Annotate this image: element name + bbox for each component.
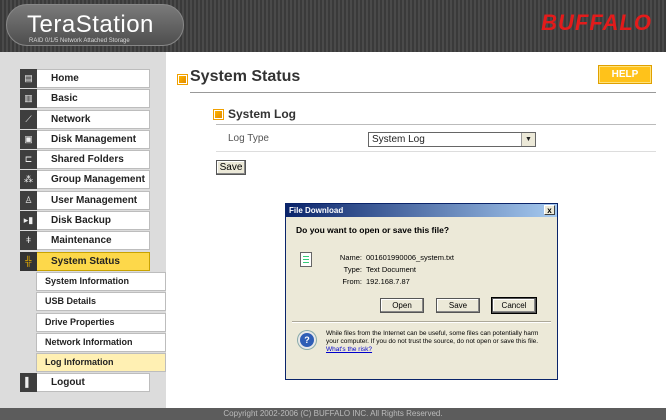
nav-label: User Management — [51, 194, 138, 206]
nav-item-maintenance[interactable]: ǂ Maintenance — [20, 231, 150, 251]
header: TeraStation RAID 0/1/5 Network Attached … — [0, 0, 666, 52]
file-name-value: 001601990006_system.txt — [366, 253, 454, 262]
network-icon: ⟋ — [20, 109, 37, 129]
log-type-select[interactable]: System Log ▼ — [368, 132, 536, 147]
section-title: System Log — [214, 107, 297, 121]
bullet-icon — [178, 75, 187, 84]
shield-icon: ? — [300, 333, 314, 347]
status-icon: ╬ — [20, 251, 37, 271]
tools-icon: ǂ — [20, 231, 37, 251]
close-button[interactable]: x — [544, 205, 555, 215]
nav-sub-usb-details[interactable]: USB Details — [36, 292, 166, 312]
dialog-question: Do you want to open or save this file? — [296, 225, 450, 235]
chevron-down-icon[interactable]: ▼ — [521, 133, 535, 146]
file-type-value: Text Document — [366, 265, 417, 274]
nav-item-shared-folders[interactable]: ⊏ Shared Folders — [20, 150, 150, 170]
nav-item-network[interactable]: ⟋ Network — [20, 109, 150, 129]
nav-item-disk-backup[interactable]: ▸▮ Disk Backup — [20, 211, 150, 231]
logo-subtitle: RAID 0/1/5 Network Attached Storage — [29, 38, 130, 44]
buffalo-logo: BUFFALO — [541, 10, 652, 35]
divider — [216, 124, 656, 125]
file-download-dialog: File Download x Do you want to open or s… — [285, 203, 558, 380]
file-name-label: Name: — [339, 253, 362, 262]
nav-label: Shared Folders — [51, 154, 124, 166]
risk-link[interactable]: What's the risk? — [326, 346, 372, 353]
file-from-value: 192.168.7.87 — [366, 277, 410, 286]
basic-icon: ▥ — [20, 89, 37, 109]
nav-item-disk-management[interactable]: ▣ Disk Management — [20, 129, 150, 149]
divider — [216, 151, 656, 152]
home-icon: ▤ — [20, 69, 37, 88]
dialog-save-button[interactable]: Save — [436, 298, 480, 313]
logout-icon: ▌ — [20, 373, 37, 393]
warning-message: While files from the Internet can be use… — [326, 330, 539, 345]
nav-item-group-management[interactable]: ⁂ Group Management — [20, 170, 150, 190]
nav-item-basic[interactable]: ▥ Basic — [20, 89, 150, 109]
logo-title: TeraStation — [27, 11, 154, 38]
group-icon: ⁂ — [20, 170, 37, 190]
nav-item-system-status[interactable]: ╬ System Status — [20, 251, 150, 271]
open-button[interactable]: Open — [380, 298, 424, 313]
warning-text: While files from the Internet can be use… — [326, 330, 551, 354]
page-title: System Status — [178, 68, 301, 86]
folder-icon: ⊏ — [20, 150, 37, 170]
nav-label: Maintenance — [51, 235, 112, 247]
nav-sub-drive-properties[interactable]: Drive Properties — [36, 312, 166, 332]
nav-label: Logout — [51, 377, 85, 389]
bullet-icon — [214, 110, 223, 119]
disk-icon: ▣ — [20, 129, 37, 149]
file-from-label: From: — [342, 277, 362, 286]
nav-sub-network-information[interactable]: Network Information — [36, 332, 166, 352]
section-title-text: System Log — [228, 107, 297, 121]
footer-copyright: Copyright 2002-2006 (C) BUFFALO INC. All… — [0, 408, 666, 420]
log-type-label: Log Type — [228, 133, 269, 144]
divider — [190, 92, 656, 93]
nav-label: Home — [51, 73, 79, 84]
nav-label: System Status — [51, 255, 120, 267]
text-file-icon — [300, 252, 312, 267]
save-button[interactable]: Save — [216, 160, 246, 175]
nav-label: Disk Management — [51, 133, 137, 145]
nav-item-user-management[interactable]: ♙ User Management — [20, 190, 150, 210]
terastation-logo: TeraStation RAID 0/1/5 Network Attached … — [6, 4, 184, 46]
nav-label: Disk Backup — [51, 215, 112, 227]
nav-item-logout[interactable]: ▌ Logout — [20, 373, 150, 393]
nav-sub-log-information[interactable]: Log Information — [36, 353, 166, 373]
log-type-value: System Log — [372, 134, 425, 145]
cancel-button[interactable]: Cancel — [492, 298, 536, 313]
nav-sub-system-information[interactable]: System Information — [36, 271, 166, 291]
user-icon: ♙ — [20, 190, 37, 210]
help-button[interactable]: HELP — [598, 65, 652, 84]
nav-label: Group Management — [51, 174, 145, 186]
file-type-label: Type: — [343, 265, 362, 274]
sidebar-nav: ▤ Home ▥ Basic ⟋ Network ▣ Disk Management ⊏… — [20, 69, 166, 394]
dialog-divider — [292, 321, 551, 323]
page-title-text: System Status — [190, 68, 301, 85]
dialog-titlebar: File Download x — [286, 204, 557, 217]
backup-icon: ▸▮ — [20, 211, 37, 231]
nav-label: Basic — [51, 93, 78, 105]
nav-label: Network — [51, 113, 91, 125]
nav-item-home[interactable]: ▤ Home — [20, 69, 150, 88]
dialog-title: File Download — [289, 206, 344, 215]
